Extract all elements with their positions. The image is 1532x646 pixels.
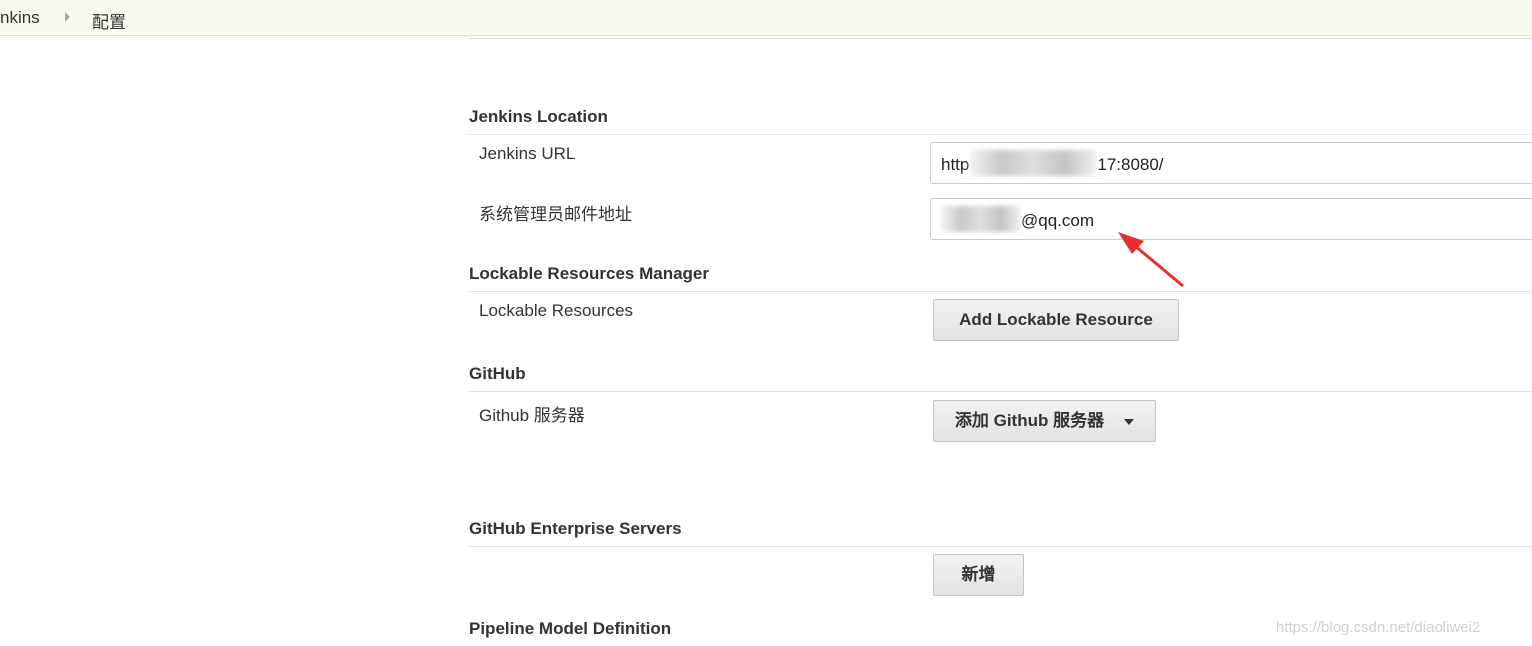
add-lockable-resource-button[interactable]: Add Lockable Resource <box>933 299 1179 341</box>
admin-email-value-suffix: @qq.com <box>1021 211 1095 230</box>
add-github-server-button[interactable]: 添加 Github 服务器 <box>933 400 1156 442</box>
jenkins-url-label: Jenkins URL <box>479 144 576 163</box>
admin-email-input[interactable]: @qq.com <box>930 198 1532 240</box>
section-title-jenkins-location: Jenkins Location <box>469 107 608 126</box>
section-divider <box>469 391 1532 392</box>
redacted-blur <box>941 205 1021 232</box>
section-divider <box>469 291 1532 292</box>
divider <box>469 38 1532 39</box>
watermark: https://blog.csdn.net/diaoliwei2 <box>1276 619 1481 636</box>
jenkins-url-value-prefix: http <box>941 155 970 174</box>
chevron-right-icon <box>65 12 70 22</box>
annotation-arrow-icon <box>1118 232 1184 288</box>
admin-email-label: 系统管理员邮件地址 <box>479 205 632 224</box>
jenkins-url-input[interactable]: http 17:8080/ <box>930 142 1532 184</box>
section-divider <box>469 134 1532 135</box>
breadcrumb: nkins 配置 <box>0 0 1532 36</box>
section-title-github: GitHub <box>469 364 526 383</box>
section-title-lockable-resources: Lockable Resources Manager <box>469 264 709 283</box>
section-title-github-enterprise: GitHub Enterprise Servers <box>469 519 682 538</box>
breadcrumb-item-configure[interactable]: 配置 <box>92 8 126 33</box>
breadcrumb-item-jenkins[interactable]: nkins <box>0 8 40 28</box>
jenkins-url-value-suffix: 17:8080/ <box>1097 155 1164 174</box>
section-title-pipeline-model: Pipeline Model Definition <box>469 619 672 638</box>
section-divider <box>469 546 1532 547</box>
caret-down-icon <box>1124 418 1135 425</box>
add-enterprise-server-button[interactable]: 新增 <box>933 554 1024 596</box>
redacted-blur <box>969 149 1098 176</box>
add-github-server-label: 添加 Github 服务器 <box>954 411 1105 430</box>
github-server-label: Github 服务器 <box>479 406 585 425</box>
lockable-resources-label: Lockable Resources <box>479 301 634 320</box>
